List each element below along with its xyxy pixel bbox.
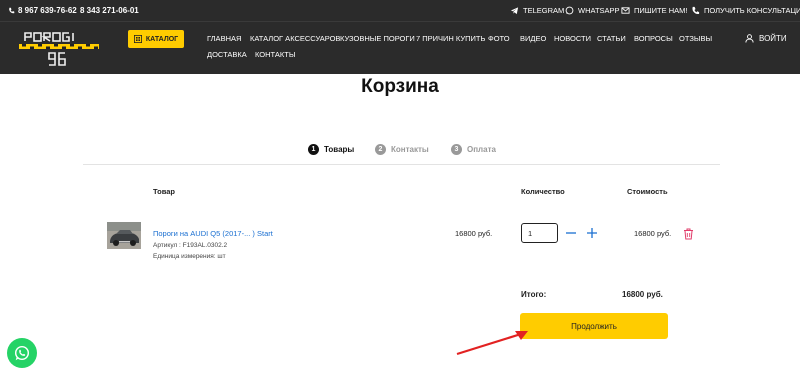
product-name-link[interactable]: Пороги на AUDI Q5 (2017-... ) Start bbox=[153, 229, 273, 238]
user-icon bbox=[745, 34, 754, 43]
step-payment[interactable]: 3 Оплата bbox=[451, 144, 496, 155]
step-label: Контакты bbox=[391, 145, 429, 154]
nav-7-reasons[interactable]: 7 ПРИЧИН КУПИТЬ bbox=[416, 34, 485, 43]
write-us-label: ПИШИТЕ НАМ! bbox=[634, 6, 688, 15]
mail-icon bbox=[621, 7, 630, 14]
total-value: 16800 руб. bbox=[622, 290, 663, 299]
step-label: Товары bbox=[324, 145, 355, 154]
nav-video[interactable]: ВИДЕО bbox=[520, 34, 546, 43]
divider bbox=[83, 164, 720, 165]
total-label: Итого: bbox=[521, 290, 547, 299]
step-number: 2 bbox=[375, 144, 386, 155]
logo[interactable] bbox=[17, 30, 101, 68]
plus-icon[interactable] bbox=[586, 227, 598, 239]
nav-accessories[interactable]: КАТАЛОГ АКСЕССУАРОВ bbox=[250, 34, 340, 43]
step-label: Оплата bbox=[467, 145, 496, 154]
login-label: ВОЙТИ bbox=[759, 34, 787, 43]
nav-body-sills[interactable]: КУЗОВНЫЕ ПОРОГИ bbox=[340, 34, 415, 43]
phone-link-1[interactable]: 8 967 639-76-62 bbox=[8, 6, 77, 15]
minus-icon[interactable] bbox=[565, 227, 577, 239]
catalog-label: КАТАЛОГ bbox=[145, 35, 179, 43]
nav-questions[interactable]: ВОПРОСЫ bbox=[634, 34, 673, 43]
step-contacts[interactable]: 2 Контакты bbox=[375, 144, 429, 155]
quantity-input[interactable]: 1 bbox=[521, 223, 558, 243]
column-header-quantity: Количество bbox=[521, 187, 565, 196]
nav-delivery[interactable]: ДОСТАВКА bbox=[207, 50, 247, 59]
login-button[interactable]: ВОЙТИ bbox=[745, 34, 787, 43]
nav-home[interactable]: ГЛАВНАЯ bbox=[207, 34, 241, 43]
telegram-icon bbox=[510, 7, 519, 15]
catalog-button[interactable]: КАТАЛОГ bbox=[128, 30, 184, 48]
line-cost: 16800 руб. bbox=[634, 229, 672, 238]
page: 8 967 639-76-62 8 343 271-06-01 TELEGRAM… bbox=[0, 0, 800, 374]
telegram-label: TELEGRAM bbox=[523, 6, 565, 15]
write-us-link[interactable]: ПИШИТЕ НАМ! bbox=[621, 6, 687, 15]
nav-photo[interactable]: ФОТО bbox=[488, 34, 510, 43]
red-arrow-annotation bbox=[456, 331, 528, 356]
consultation-link[interactable]: ПОЛУЧИТЬ КОНСУЛЬТАЦИЮ! bbox=[691, 6, 800, 15]
column-header-product: Товар bbox=[153, 187, 175, 196]
phone-number: 8 343 271-06-01 bbox=[80, 6, 139, 15]
phone-icon bbox=[692, 6, 700, 15]
page-title: Корзина bbox=[361, 76, 439, 97]
grid-icon bbox=[133, 35, 142, 43]
phone-icon bbox=[9, 7, 15, 14]
telegram-link[interactable]: TELEGRAM bbox=[510, 6, 564, 15]
column-header-cost: Стоимость bbox=[627, 187, 668, 196]
whatsapp-icon bbox=[14, 345, 30, 361]
whatsapp-link[interactable]: WHATSAPP bbox=[565, 6, 620, 15]
whatsapp-chat-button[interactable] bbox=[7, 338, 37, 368]
logo-image bbox=[19, 32, 99, 66]
whatsapp-icon bbox=[565, 6, 574, 15]
phone-link-2[interactable]: 8 343 271-06-01 bbox=[80, 6, 139, 15]
checkout-steps: 1 Товары 2 Контакты 3 Оплата bbox=[0, 144, 800, 158]
continue-button[interactable]: Продолжить bbox=[520, 313, 668, 339]
phone-number: 8 967 639-76-62 bbox=[18, 6, 77, 15]
product-article: Артикул : F193AL.0302.2 bbox=[153, 242, 228, 249]
car-image bbox=[107, 222, 141, 249]
nav-articles[interactable]: СТАТЬИ bbox=[597, 34, 626, 43]
product-unit: Единица измерения: шт bbox=[153, 253, 226, 260]
whatsapp-label: WHATSAPP bbox=[578, 6, 620, 15]
nav-news[interactable]: НОВОСТИ bbox=[554, 34, 591, 43]
unit-price: 16800 руб. bbox=[455, 229, 493, 238]
step-number: 1 bbox=[308, 144, 319, 155]
trash-icon[interactable] bbox=[683, 228, 694, 240]
nav-reviews[interactable]: ОТЗЫВЫ bbox=[679, 34, 712, 43]
site-header: 8 967 639-76-62 8 343 271-06-01 TELEGRAM… bbox=[0, 0, 800, 74]
nav-contacts[interactable]: КОНТАКТЫ bbox=[255, 50, 295, 59]
step-number: 3 bbox=[451, 144, 462, 155]
step-goods[interactable]: 1 Товары bbox=[308, 144, 354, 155]
product-thumbnail[interactable] bbox=[107, 222, 141, 249]
header-top-bar: 8 967 639-76-62 8 343 271-06-01 TELEGRAM… bbox=[0, 0, 800, 22]
consultation-label: ПОЛУЧИТЬ КОНСУЛЬТАЦИЮ! bbox=[704, 6, 800, 15]
